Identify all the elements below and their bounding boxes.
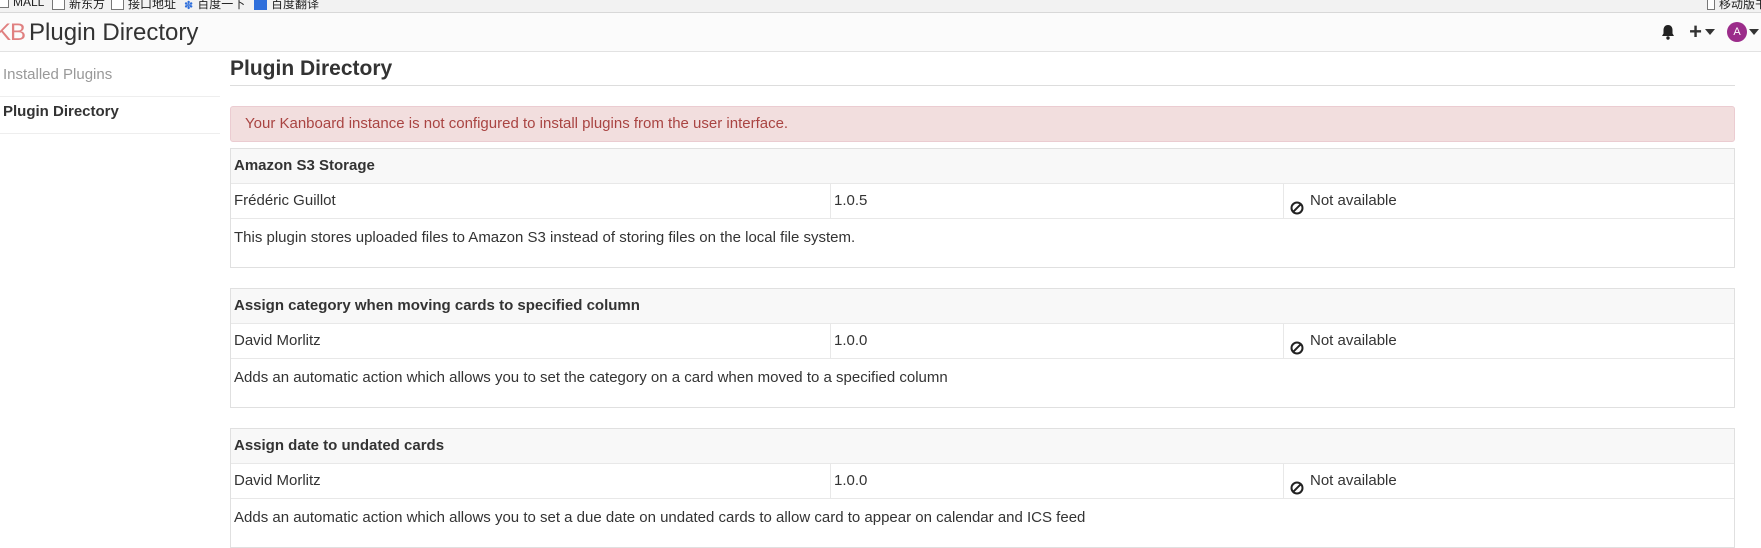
sidebar-item-installed-plugins[interactable]: Installed Plugins (0, 60, 220, 97)
bookmark-baidu[interactable]: ✽ 百度一下 (184, 0, 245, 12)
folder-icon (111, 0, 124, 10)
chevron-down-icon (1749, 29, 1759, 35)
plugin-meta-row: Frédéric Guillot 1.0.5 Not available (231, 184, 1734, 219)
folder-icon (52, 0, 65, 10)
plugin-meta-row: David Morlitz 1.0.0 Not available (231, 324, 1734, 359)
paw-icon: ✽ (184, 0, 194, 12)
bookmark-label: 新东方 (69, 0, 106, 11)
plugin-description: Adds an automatic action which allows yo… (234, 369, 948, 386)
plugin-name: Assign category when moving cards to spe… (231, 289, 1734, 324)
bell-icon[interactable] (1659, 23, 1677, 41)
bookmark-label: 百度翻译 (271, 0, 320, 11)
plugin-name: Amazon S3 Storage (231, 149, 1734, 184)
plugin-status-label: Not available (1310, 332, 1397, 349)
plugin-status: Not available (1284, 324, 1734, 358)
bookmark-label: 移动版书 (1718, 0, 1761, 11)
plugin-description: Adds an automatic action which allows yo… (234, 509, 1086, 526)
header-actions: + A (1659, 19, 1761, 44)
mobile-icon (1706, 0, 1715, 10)
plugin-card: Assign category when moving cards to spe… (230, 288, 1735, 408)
translate-icon (254, 0, 267, 10)
sidebar: Installed Plugins Plugin Directory (0, 60, 220, 134)
page-title: Plugin Directory (230, 55, 1735, 86)
bookmark-baidu-translate[interactable]: 百度翻译 (254, 0, 319, 12)
plugin-status-label: Not available (1310, 192, 1397, 209)
plugin-version: 1.0.5 (831, 184, 1284, 218)
create-menu-button[interactable]: + (1689, 19, 1715, 44)
avatar: A (1727, 22, 1747, 42)
bookmark-label: MALL (13, 0, 45, 9)
ban-icon (1290, 334, 1304, 355)
plugin-meta-row: David Morlitz 1.0.0 Not available (231, 464, 1734, 499)
bookmark-label: 接口地址 (128, 0, 177, 11)
plugin-author: David Morlitz (231, 464, 831, 498)
main-content: Plugin Directory Your Kanboard instance … (230, 55, 1735, 548)
sidebar-item-plugin-directory[interactable]: Plugin Directory (0, 97, 220, 134)
plugin-description: This plugin stores uploaded files to Ama… (234, 229, 856, 246)
ban-icon (1290, 474, 1304, 495)
bookmark-mobile[interactable]: 移动版书 (1706, 0, 1761, 12)
folder-icon (0, 0, 9, 8)
bookmark-api-address[interactable]: 接口地址 (111, 0, 176, 12)
plugin-author: Frédéric Guillot (231, 184, 831, 218)
ban-icon (1290, 194, 1304, 215)
plugin-version: 1.0.0 (831, 324, 1284, 358)
plugin-status-label: Not available (1310, 472, 1397, 489)
plugin-author: David Morlitz (231, 324, 831, 358)
header-title: Plugin Directory (29, 19, 199, 46)
plugin-status: Not available (1284, 464, 1734, 498)
bookmark-mall[interactable]: MALL (0, 0, 44, 9)
app-header: KB Plugin Directory + A (0, 13, 1761, 52)
plugin-card: Amazon S3 Storage Frédéric Guillot 1.0.5… (230, 148, 1735, 268)
plus-icon: + (1689, 19, 1702, 44)
plugin-status: Not available (1284, 184, 1734, 218)
plugin-version: 1.0.0 (831, 464, 1284, 498)
plugin-card: Assign date to undated cards David Morli… (230, 428, 1735, 548)
bookmarks-bar: MALL 新东方 接口地址 ✽ 百度一下 百度翻译 移动版书 (0, 0, 1761, 13)
chevron-down-icon (1705, 29, 1715, 35)
user-menu-button[interactable]: A (1727, 22, 1759, 42)
logo[interactable]: KB (0, 19, 26, 47)
bookmark-xindongfang[interactable]: 新东方 (52, 0, 105, 12)
bookmark-label: 百度一下 (197, 0, 246, 11)
alert-error: Your Kanboard instance is not configured… (230, 106, 1735, 142)
plugin-name: Assign date to undated cards (231, 429, 1734, 464)
